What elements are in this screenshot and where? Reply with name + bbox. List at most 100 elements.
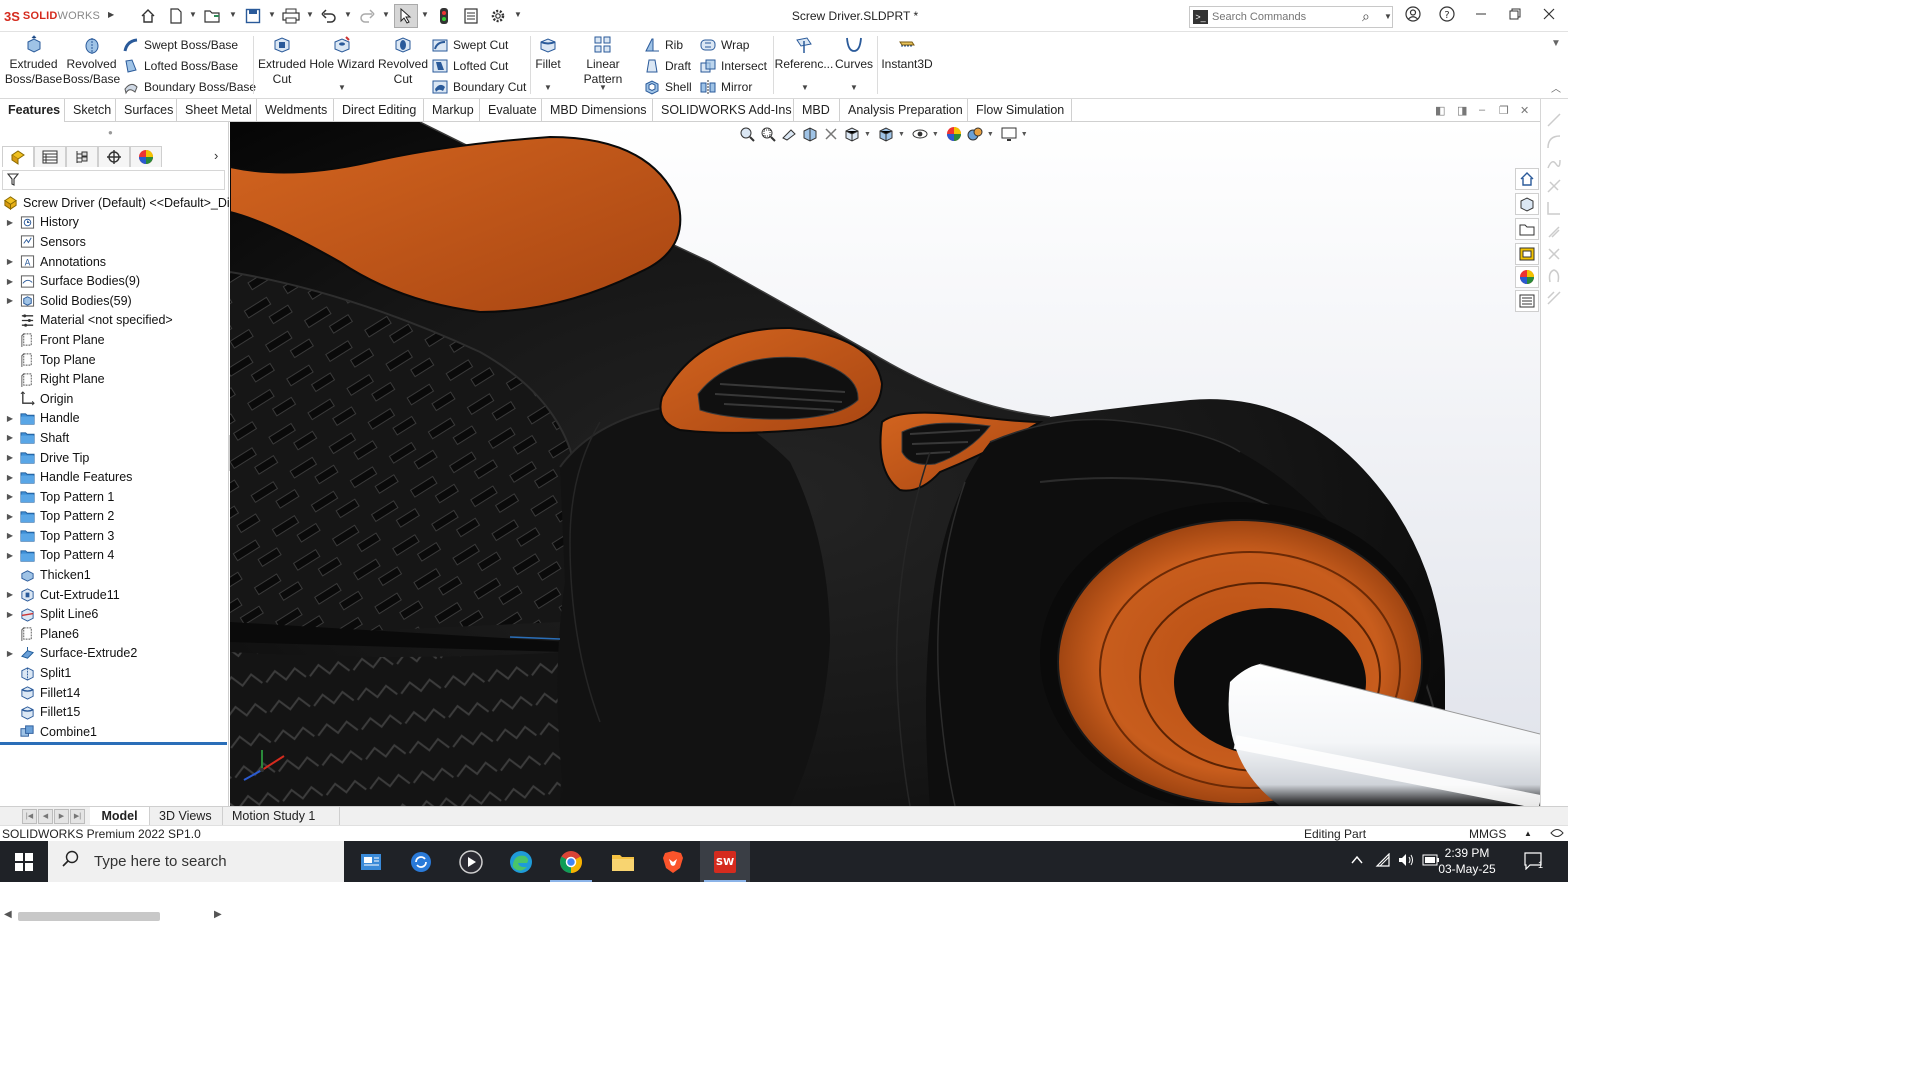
view-settings-dropdown-icon[interactable]: ▼ (1021, 131, 1028, 138)
units-caret-icon[interactable]: ▲ (1524, 829, 1532, 838)
reference-dropdown-icon[interactable]: ▼ (801, 83, 809, 92)
tree-item-top-plane[interactable]: Top Plane (0, 350, 229, 370)
last-tab-icon[interactable]: ▶| (70, 809, 85, 824)
search-dropdown-icon[interactable]: ▼ (1384, 12, 1392, 21)
rebuild-status-icon[interactable] (1550, 827, 1564, 842)
display-style-dropdown-icon[interactable]: ▼ (898, 131, 905, 138)
tab-sketch[interactable]: Sketch (65, 99, 116, 122)
tile-window-2-icon[interactable]: ◨ (1457, 104, 1467, 117)
print-dropdown-icon[interactable]: ▼ (306, 10, 314, 19)
tab-solidworks-add-ins[interactable]: SOLIDWORKS Add-Ins (653, 99, 794, 122)
tree-item-split-line6[interactable]: ▶ Split Line6 (0, 604, 229, 624)
tree-item-top-pattern-2[interactable]: ▶ Top Pattern 2 (0, 507, 229, 527)
intersect-button[interactable]: Intersect (700, 56, 767, 76)
redo-dropdown-icon[interactable]: ▼ (382, 10, 390, 19)
first-tab-icon[interactable]: |◀ (22, 809, 37, 824)
edit-appearance-icon[interactable] (945, 125, 963, 143)
expand-arrow-icon[interactable]: ▶ (0, 296, 20, 305)
open-folder-icon[interactable] (203, 6, 223, 26)
lofted-cut-button[interactable]: Lofted Cut (432, 56, 508, 76)
fillet-dropdown-icon[interactable]: ▼ (544, 83, 552, 92)
system-clock[interactable]: 2:39 PM 03-May-25 (1430, 845, 1504, 877)
select-cursor-icon[interactable] (394, 4, 418, 28)
expand-arrow-icon[interactable]: ▶ (0, 257, 20, 266)
tree-item-history[interactable]: ▶ History (0, 213, 229, 233)
file-explorer-icon[interactable] (1515, 218, 1539, 240)
tab-surfaces[interactable]: Surfaces (116, 99, 177, 122)
tree-item-fillet15[interactable]: Fillet15 (0, 702, 229, 722)
tab-evaluate[interactable]: Evaluate (480, 99, 542, 122)
save-icon[interactable] (243, 6, 263, 26)
new-document-icon[interactable] (166, 6, 186, 26)
scroll-right-icon[interactable]: ▶ (214, 909, 222, 920)
display-style-icon[interactable] (877, 125, 895, 143)
tree-item-solid-bodies-59[interactable]: ▶ Solid Bodies(59) (0, 291, 229, 311)
tree-item-plane6[interactable]: Plane6 (0, 624, 229, 644)
expand-arrow-icon[interactable]: ▶ (0, 492, 20, 501)
lofted-boss-button[interactable]: Lofted Boss/Base (123, 56, 238, 76)
reference-geometry-button[interactable]: Referenc... (775, 35, 833, 72)
prev-tab-icon[interactable]: ◀ (38, 809, 53, 824)
tab-mbd[interactable]: MBD (794, 99, 840, 122)
file-explorer-taskbar-icon[interactable] (598, 841, 648, 882)
tree-item-right-plane[interactable]: Right Plane (0, 369, 229, 389)
minimize-document-icon[interactable]: – (1479, 104, 1485, 116)
tab-motion-study-1[interactable]: Motion Study 1 (224, 807, 340, 826)
tab-mbd-dimensions[interactable]: MBD Dimensions (542, 99, 653, 122)
account-icon[interactable] (1402, 6, 1424, 26)
solidworks-taskbar-icon[interactable]: SW (700, 841, 750, 882)
extruded-boss-button[interactable]: Extruded Boss/Base (5, 35, 62, 87)
tree-root-part[interactable]: Screw Driver (Default) <<Default>_Di (0, 193, 230, 213)
close-window-icon[interactable] (1538, 6, 1560, 26)
volume-icon[interactable] (1398, 853, 1414, 870)
expand-arrow-icon[interactable]: ▶ (0, 433, 20, 442)
tab-3d-views[interactable]: 3D Views (151, 807, 223, 826)
expand-arrow-icon[interactable]: ▶ (0, 590, 20, 599)
wifi-icon[interactable] (1375, 852, 1391, 870)
rollback-bar[interactable] (0, 742, 227, 745)
apply-scene-dropdown-icon[interactable]: ▼ (987, 131, 994, 138)
expand-arrow-icon[interactable]: ▶ (0, 649, 20, 658)
more-tabs-chevron-icon[interactable]: › (214, 148, 218, 163)
windows-start-icon[interactable] (0, 841, 48, 882)
redo-icon[interactable] (357, 6, 377, 26)
tree-item-front-plane[interactable]: Front Plane (0, 330, 229, 350)
options-dropdown-icon[interactable]: ▼ (514, 10, 522, 19)
tree-item-cut-extrude11[interactable]: ▶ Cut-Extrude11 (0, 585, 229, 605)
propertymanager-tab-icon[interactable] (34, 146, 66, 167)
shell-button[interactable]: Shell (644, 77, 692, 97)
new-dropdown-icon[interactable]: ▼ (189, 10, 197, 19)
zoom-to-fit-icon[interactable] (738, 125, 756, 143)
scrollbar-thumb[interactable] (18, 912, 160, 921)
tree-item-handle-features[interactable]: ▶ Handle Features (0, 467, 229, 487)
tab-model[interactable]: Model (90, 807, 150, 826)
collapse-ribbon-icon[interactable]: ︿ (1551, 80, 1561, 95)
expand-arrow-icon[interactable]: ▶ (0, 218, 20, 227)
tab-markup[interactable]: Markup (424, 99, 480, 122)
tree-item-combine1[interactable]: Combine1 (0, 722, 229, 742)
tree-item-top-pattern-3[interactable]: ▶ Top Pattern 3 (0, 526, 229, 546)
curves-dropdown-icon[interactable]: ▼ (850, 83, 858, 92)
tree-item-top-pattern-1[interactable]: ▶ Top Pattern 1 (0, 487, 229, 507)
tree-item-sensors[interactable]: Sensors (0, 232, 229, 252)
sync-app-icon[interactable] (396, 841, 446, 882)
print-icon[interactable] (281, 6, 301, 26)
solidworks-resources-icon[interactable] (1515, 168, 1539, 190)
news-app-icon[interactable] (346, 841, 396, 882)
expand-arrow-icon[interactable]: ▶ (0, 531, 20, 540)
view-palette-icon[interactable] (1515, 243, 1539, 265)
expand-arrow-icon[interactable]: ▶ (0, 277, 20, 286)
search-icon[interactable]: ⌕ (1362, 8, 1370, 25)
design-library-icon[interactable] (1515, 193, 1539, 215)
curves-button[interactable]: Curves (834, 35, 874, 72)
minimize-window-icon[interactable] (1470, 6, 1492, 26)
scroll-left-icon[interactable]: ◀ (4, 909, 12, 920)
tab-scroll-arrows[interactable]: |◀ ◀ ▶ ▶| (22, 809, 86, 824)
hole-wizard-dropdown-icon[interactable]: ▼ (338, 83, 346, 92)
appearances-scenes-icon[interactable] (1515, 266, 1539, 288)
dimxpert-tab-icon[interactable] (98, 146, 130, 167)
expand-arrow-icon[interactable]: ▶ (0, 610, 20, 619)
tray-overflow-icon[interactable] (1350, 853, 1364, 870)
linear-pattern-button[interactable]: Linear Pattern (566, 35, 640, 87)
linear-pattern-dropdown-icon[interactable]: ▼ (599, 83, 607, 92)
